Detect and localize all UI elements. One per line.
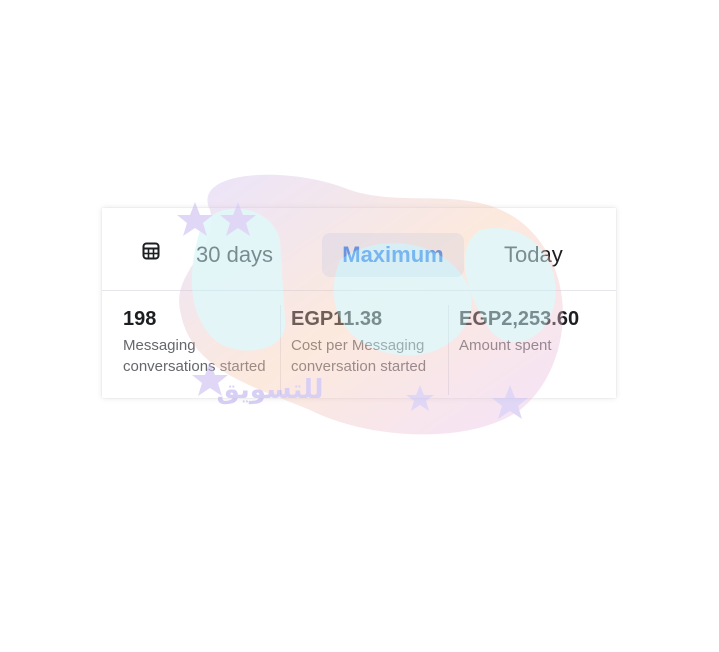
metric-value: EGP2,253.60 [459, 308, 580, 330]
metric-label: Cost per Messaging conversation started [291, 337, 427, 375]
tab-maximum[interactable]: Maximum [322, 233, 464, 277]
metric-divider [280, 305, 281, 395]
metrics-row: 198 Messaging conversations started EGP1… [102, 291, 616, 398]
date-range-tabs: 30 days Maximum Today [102, 208, 616, 291]
metric-value: 198 [123, 308, 157, 330]
metric-amount-spent[interactable]: EGP2,253.60 Amount spent [459, 307, 616, 356]
tab-30-days[interactable]: 30 days [196, 233, 273, 277]
ads-summary-card: 30 days Maximum Today 198 Messaging conv… [102, 208, 616, 398]
calendar-grid-icon[interactable] [142, 242, 160, 260]
tab-today[interactable]: Today [504, 233, 563, 277]
metric-value: EGP11.38 [291, 308, 383, 330]
metric-label: Amount spent [459, 337, 552, 354]
metric-cost-per-conversation[interactable]: EGP11.38 Cost per Messaging conversation… [291, 307, 451, 377]
screen: 30 days Maximum Today 198 Messaging conv… [0, 0, 719, 652]
metric-label: Messaging conversations started [123, 337, 266, 375]
metric-messaging-conversations[interactable]: 198 Messaging conversations started [123, 307, 283, 377]
metric-divider [448, 305, 449, 395]
